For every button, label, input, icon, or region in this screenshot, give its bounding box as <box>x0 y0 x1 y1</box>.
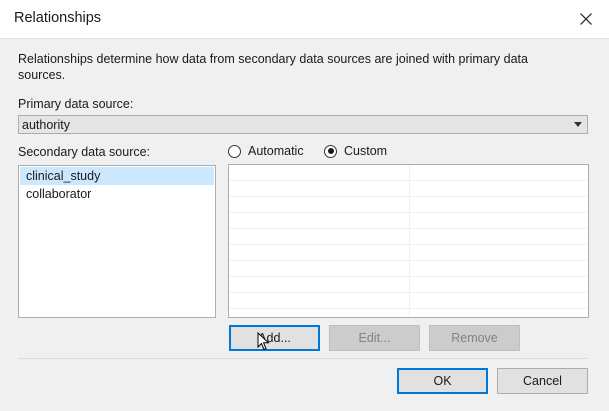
window-title: Relationships <box>14 10 102 26</box>
chevron-down-icon <box>574 122 582 127</box>
grid-row-line <box>229 260 588 261</box>
list-item-collaborator[interactable]: collaborator <box>20 185 214 203</box>
grid-row-line <box>229 276 588 277</box>
dialog-body: Relationships determine how data from se… <box>0 38 609 411</box>
mouse-pointer-icon <box>257 332 270 351</box>
radio-automatic-label: Automatic <box>248 144 304 158</box>
radio-automatic[interactable]: Automatic <box>228 144 304 158</box>
grid-row-line <box>229 292 588 293</box>
radio-custom[interactable]: Custom <box>324 144 387 158</box>
remove-button[interactable]: Remove <box>429 325 520 351</box>
grid-row-line <box>229 308 588 309</box>
grid-row-line <box>229 212 588 213</box>
radio-selected-dot <box>327 148 334 154</box>
title-bar: Relationships <box>0 0 609 38</box>
radio-automatic-circle[interactable] <box>228 144 241 158</box>
primary-source-value: authority <box>22 118 70 132</box>
relationship-fields-grid[interactable] <box>228 164 589 318</box>
primary-source-label: Primary data source: <box>18 97 134 111</box>
grid-row-line <box>229 244 588 245</box>
radio-custom-label: Custom <box>344 144 388 158</box>
radio-custom-circle[interactable] <box>324 144 337 158</box>
list-item-clinical-study[interactable]: clinical_study <box>20 167 214 185</box>
grid-row-line <box>229 196 588 197</box>
footer-divider <box>18 358 588 359</box>
close-button[interactable] <box>563 0 609 38</box>
primary-source-dropdown[interactable]: authority <box>18 115 588 134</box>
add-button[interactable]: Add... <box>229 325 320 351</box>
secondary-source-label: Secondary data source: <box>18 145 151 159</box>
description-text: Relationships determine how data from se… <box>18 52 528 82</box>
close-icon <box>580 13 592 25</box>
grid-row-line <box>229 180 588 181</box>
secondary-source-list[interactable]: clinical_study collaborator <box>18 165 216 318</box>
cancel-button[interactable]: Cancel <box>497 368 588 394</box>
grid-row-line <box>229 228 588 229</box>
edit-button[interactable]: Edit... <box>329 325 420 351</box>
ok-button[interactable]: OK <box>397 368 488 394</box>
grid-column-divider <box>409 165 410 317</box>
